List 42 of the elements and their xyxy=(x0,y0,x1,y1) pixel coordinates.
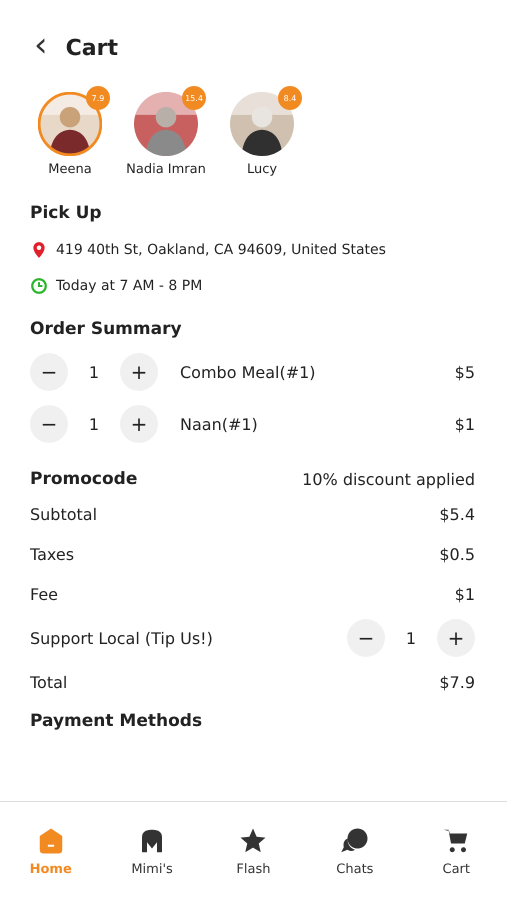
amount-badge: 7.9 xyxy=(86,86,110,110)
increase-button[interactable]: + xyxy=(120,353,158,391)
pickup-hours: Today at 7 AM - 8 PM xyxy=(56,278,202,294)
decrease-button[interactable]: − xyxy=(30,405,68,443)
person-name: Nadia Imran xyxy=(126,162,206,177)
back-icon[interactable]: ‹ xyxy=(34,28,48,62)
page-title: Cart xyxy=(66,36,118,60)
amount-badge: 8.4 xyxy=(278,86,302,110)
item-name: Naan(#1) xyxy=(180,414,259,434)
decrease-button[interactable]: − xyxy=(347,619,385,657)
person-name: Lucy xyxy=(246,162,278,177)
pickup-address: 419 40th St, Oakland, CA 94609, United States xyxy=(56,242,386,258)
promocode-label[interactable]: Promocode xyxy=(30,469,138,489)
increase-button[interactable]: + xyxy=(437,619,475,657)
nav-tab[interactable]: Mimi's xyxy=(117,826,188,876)
section-title: Payment Methods xyxy=(30,711,204,731)
total-label: Total xyxy=(30,672,68,692)
section-title: Pick Up xyxy=(30,203,103,223)
promocode-status: 10% discount applied xyxy=(302,470,475,488)
nav-tab[interactable]: Cart xyxy=(421,826,492,876)
nav-tab[interactable]: Flash xyxy=(218,826,288,876)
total-label: Taxes xyxy=(30,544,74,564)
total-value: $7.9 xyxy=(439,672,475,692)
clock-icon xyxy=(30,277,48,295)
total-label: Fee xyxy=(30,584,58,604)
item-price: $5 xyxy=(454,362,475,382)
total-value: $5.4 xyxy=(439,504,475,524)
amount-badge: 15.4 xyxy=(182,86,206,110)
quantity: 1 xyxy=(88,414,100,434)
item-price: $1 xyxy=(454,414,475,434)
quantity: 1 xyxy=(88,362,100,382)
total-value: $1 xyxy=(454,584,475,604)
tip-label: Support Local (Tip Us!) xyxy=(30,628,213,648)
item-name: Combo Meal(#1) xyxy=(180,362,317,382)
total-label: Subtotal xyxy=(30,504,98,524)
decrease-button[interactable]: − xyxy=(30,353,68,391)
total-value: $0.5 xyxy=(439,544,475,564)
tip-quantity: 1 xyxy=(404,628,418,648)
increase-button[interactable]: + xyxy=(120,405,158,443)
person-name: Meena xyxy=(48,162,92,177)
nav-tab[interactable]: Chats xyxy=(320,826,390,876)
section-title: Order Summary xyxy=(30,319,183,339)
